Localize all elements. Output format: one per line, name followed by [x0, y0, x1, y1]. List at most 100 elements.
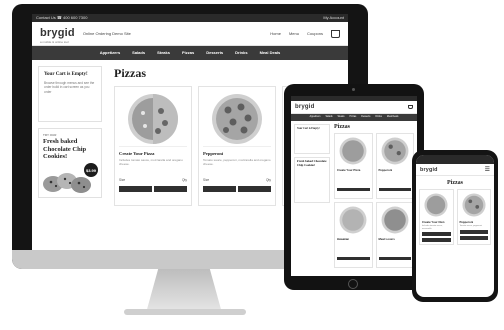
add-to-cart-button[interactable] [459, 235, 488, 240]
phone-screen: brygid ☰ Pizzas Create Your Own Includes… [416, 155, 494, 297]
add-to-cart-button[interactable] [154, 186, 187, 192]
add-to-cart-button[interactable] [337, 188, 370, 191]
tablet-product-grid: Create Your Pizza Pepperoni Hawaiian Mea… [334, 133, 414, 268]
phone-product-grid: Create Your Own Includes tomato sauce, m… [416, 189, 494, 245]
pizza-image [119, 91, 187, 147]
logo-subtitle: a mobile & online tool [40, 40, 69, 44]
phone-logo[interactable]: brygid [420, 167, 438, 173]
contact-phone[interactable]: Contact Us ☎ 400 600 7300 [36, 14, 87, 22]
product-desc: Tomato sauce, pepperoni [459, 225, 482, 227]
customize-button[interactable] [459, 229, 488, 234]
cart-icon[interactable] [331, 29, 340, 38]
nav-home[interactable]: Home [270, 31, 281, 36]
cat-appetizers[interactable]: Appetizers [310, 114, 321, 121]
tablet-main: Pizzas Create Your Pizza Pepperoni Hawai… [330, 124, 414, 268]
site-header: brygid a mobile & online tool Online Ord… [32, 22, 348, 46]
cat-appetizers[interactable]: Appetizers [100, 46, 120, 60]
product-card[interactable]: Pepperoni Tomato sauce, pepperoni, mozza… [198, 86, 276, 206]
phone-device: brygid ☰ Pizzas Create Your Own Includes… [412, 150, 498, 302]
product-options: Size Qty [203, 178, 271, 182]
size-select[interactable]: Size [203, 178, 209, 182]
product-card[interactable]: Create Your Pizza Includes tomato sauce,… [114, 86, 192, 206]
pizza-icon [339, 137, 367, 165]
pizza-image [337, 136, 370, 166]
qty-select[interactable]: Qty [182, 178, 187, 182]
cat-steaks[interactable]: Steaks [157, 46, 170, 60]
cat-pizzas[interactable]: Pizzas [350, 114, 357, 121]
customize-button[interactable] [422, 232, 451, 237]
tablet-device: brygid Appetizers Salads Steaks Pizzas D… [284, 84, 424, 290]
product-name: Create Your Pizza [119, 151, 155, 156]
tablet-logo[interactable]: brygid [295, 104, 315, 110]
promo-kicker: TRY OUR [43, 133, 57, 137]
brand-logo[interactable]: brygid a mobile & online tool [40, 23, 75, 44]
hamburger-menu-icon[interactable]: ☰ [485, 167, 490, 173]
sidebar: Your Cart is Empty! Browse through menus… [32, 60, 108, 210]
product-card[interactable]: Create Your Own Includes tomato sauce, m… [419, 189, 454, 245]
promo-banner[interactable]: TRY OUR Fresh baked Chocolate Chip Cooki… [38, 128, 102, 198]
cat-salads[interactable]: Salads [325, 114, 332, 121]
customize-button[interactable] [203, 186, 236, 192]
product-card[interactable]: Hawaiian [334, 202, 373, 268]
top-bar: Contact Us ☎ 400 600 7300 My Account [32, 14, 348, 22]
tablet-section-title: Pizzas [334, 124, 350, 130]
pizza-icon [381, 206, 409, 234]
add-to-cart-button[interactable] [238, 186, 271, 192]
pizza-image [337, 205, 370, 235]
add-to-cart-button[interactable] [337, 257, 370, 260]
cat-salads[interactable]: Salads [132, 46, 145, 60]
product-card[interactable]: Create Your Pizza [334, 133, 373, 199]
product-desc: Tomato sauce, pepperoni, mozzarella and … [203, 158, 271, 166]
my-account-link[interactable]: My Account [323, 14, 344, 22]
cat-desserts[interactable]: Desserts [361, 114, 370, 121]
size-select[interactable]: Size [119, 178, 125, 182]
tablet-sidebar: Your Cart is Empty! Fresh baked Chocolat… [294, 124, 330, 268]
cart-title: Your Cart is Empty! [44, 72, 88, 77]
card-buttons [203, 186, 271, 192]
product-name: Hawaiian [337, 237, 350, 241]
phone-top-bar [416, 155, 494, 164]
promo-price: $3.99 [84, 163, 98, 177]
logo-text: brygid [40, 27, 75, 39]
nav-menu[interactable]: Menu [289, 31, 299, 36]
tablet-promo[interactable]: Fresh baked Chocolate Chip Cookies! [294, 157, 330, 203]
home-button[interactable] [348, 279, 358, 289]
add-to-cart-button[interactable] [422, 238, 451, 243]
product-card[interactable]: Pepperoni Tomato sauce, pepperoni [456, 189, 491, 245]
tablet-header: brygid [291, 101, 417, 114]
product-name: Create Your Pizza [337, 168, 361, 172]
site-tagline: Online Ordering Demo Site [82, 31, 131, 36]
add-to-cart-button[interactable] [378, 188, 411, 191]
nav-coupons[interactable]: Coupons [307, 31, 323, 36]
pizza-icon [339, 206, 367, 234]
promo-title: Fresh baked Chocolate Chip Cookies! [43, 138, 87, 160]
tablet-cart-title: Your Cart is Empty! [294, 124, 330, 154]
pizza-icon [424, 193, 448, 217]
pizza-image [422, 192, 451, 218]
cat-pizzas[interactable]: Pizzas [182, 46, 194, 60]
product-card[interactable]: Pepperoni [375, 133, 414, 199]
tablet-header-nav [408, 105, 413, 109]
cat-steaks[interactable]: Steaks [338, 114, 345, 121]
tablet-body: Your Cart is Empty! Fresh baked Chocolat… [291, 121, 417, 271]
product-name: Create Your Own [422, 220, 445, 224]
camera-dot [352, 88, 355, 91]
product-name: Meat Lovers [378, 237, 395, 241]
cart-panel: Your Cart is Empty! Browse through menus… [38, 66, 102, 122]
cat-meal-deals[interactable]: Meal Deals [260, 46, 281, 60]
cart-text: Browse through menus and see the order b… [44, 81, 95, 94]
phone-notch [437, 150, 465, 155]
tablet-screen: brygid Appetizers Salads Steaks Pizzas D… [291, 96, 417, 276]
cat-meal-deals[interactable]: Meal Deals [387, 114, 399, 121]
cart-icon[interactable] [408, 105, 413, 109]
cat-drinks[interactable]: Drinks [375, 114, 382, 121]
pizza-icon [212, 93, 262, 144]
cat-desserts[interactable]: Desserts [206, 46, 223, 60]
product-card[interactable]: Meat Lovers [375, 202, 414, 268]
qty-select[interactable]: Qty [266, 178, 271, 182]
product-desc: Includes tomato sauce, mozzarella [422, 225, 443, 230]
pizza-image [203, 91, 271, 147]
customize-button[interactable] [119, 186, 152, 192]
cat-drinks[interactable]: Drinks [235, 46, 247, 60]
add-to-cart-button[interactable] [378, 257, 411, 260]
